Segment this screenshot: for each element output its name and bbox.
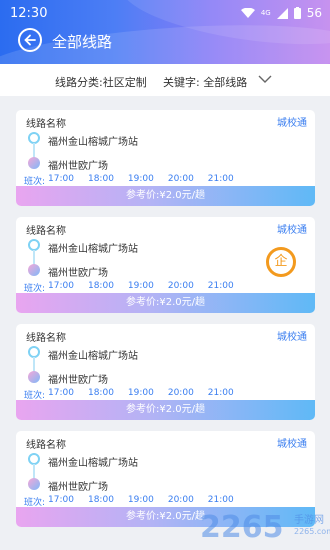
route-start: 福州金山榕城广场站 (48, 351, 138, 362)
title-bar: 全部线路 (0, 26, 330, 56)
route-line (33, 143, 35, 158)
end-stop-icon (28, 478, 40, 490)
watermark: 2265 手游网 2265.com (200, 505, 330, 550)
enterprise-badge-icon[interactable]: 企 (266, 247, 296, 277)
route-name: 线路名称 (26, 440, 66, 451)
route-start: 福州金山榕城广场站 (48, 137, 138, 148)
route-tag: 城校通 (277, 332, 307, 343)
end-stop-icon (28, 371, 40, 383)
route-tag: 城校通 (277, 118, 307, 129)
route-card[interactable]: 线路名称 城校通 福州金山榕城广场站 福州世欧广场 班次: 17:00 18:0… (16, 110, 315, 206)
wifi-icon (240, 7, 255, 18)
price-bar: 参考价:¥2.0元/趟 (16, 400, 315, 420)
network-label: 4G (260, 9, 271, 17)
price-bar: 参考价:¥2.0元/趟 (16, 293, 315, 313)
chevron-down-icon[interactable] (258, 73, 272, 85)
watermark-brand: 2265 (200, 510, 284, 545)
route-end: 福州世欧广场 (48, 161, 108, 172)
back-button[interactable] (18, 28, 42, 52)
route-name: 线路名称 (26, 333, 66, 344)
arrow-left-icon (24, 34, 36, 46)
battery-level: 56 (306, 6, 322, 20)
category-filter[interactable]: 线路分类:社区定制 (55, 74, 147, 90)
status-icons: 4G 56 (240, 6, 322, 20)
end-stop-icon (28, 264, 40, 276)
route-start: 福州金山榕城广场站 (48, 244, 138, 255)
route-line (33, 357, 35, 372)
watermark-site: 手游网 (294, 515, 324, 526)
end-stop-icon (28, 157, 40, 169)
header: 12:30 4G 56 全部线路 (0, 0, 330, 64)
route-name: 线路名称 (26, 226, 66, 237)
route-line (33, 464, 35, 479)
route-name: 线路名称 (26, 119, 66, 130)
filter-bar: 线路分类:社区定制 关键字: 全部线路 (0, 64, 330, 96)
battery-icon (293, 7, 301, 19)
route-card[interactable]: 线路名称 城校通 福州金山榕城广场站 福州世欧广场 班次: 17:00 18:0… (16, 324, 315, 420)
status-time: 12:30 (10, 6, 48, 21)
route-line (33, 250, 35, 265)
route-end: 福州世欧广场 (48, 482, 108, 493)
price-bar: 参考价:¥2.0元/趟 (16, 186, 315, 206)
signal-icon (276, 7, 288, 19)
watermark-url: 2265.com (294, 527, 330, 536)
route-end: 福州世欧广场 (48, 268, 108, 279)
status-bar: 12:30 4G 56 (0, 0, 330, 28)
route-tag: 城校通 (277, 225, 307, 236)
page-title: 全部线路 (52, 33, 113, 51)
route-end: 福州世欧广场 (48, 375, 108, 386)
route-tag: 城校通 (277, 439, 307, 450)
route-start: 福州金山榕城广场站 (48, 458, 138, 469)
keyword-filter[interactable]: 关键字: 全部线路 (163, 74, 247, 90)
